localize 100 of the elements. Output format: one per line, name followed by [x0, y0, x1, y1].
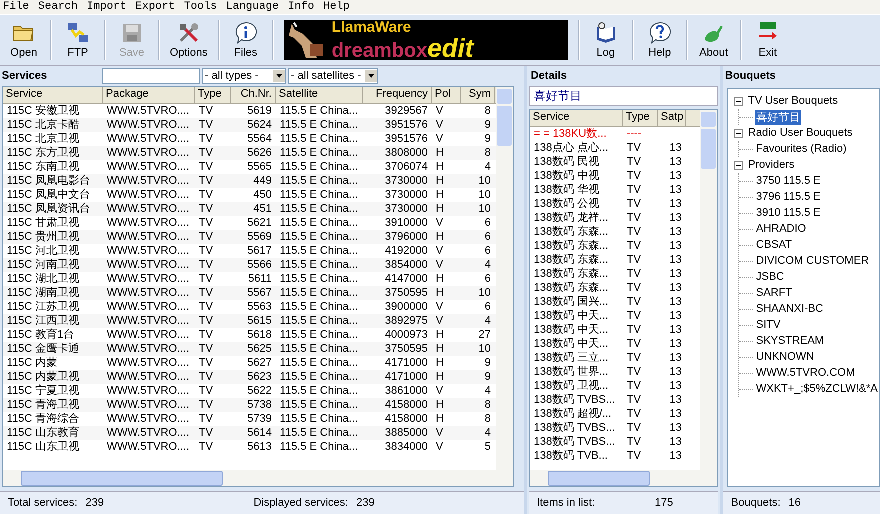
tree-item[interactable]: SKYSTREAM	[755, 335, 826, 347]
table-cell-text: V	[435, 426, 444, 440]
table-cell-text: 115.5 E China...	[279, 160, 360, 174]
tree-item[interactable]: SHAANXI-BC	[755, 303, 824, 315]
column-header[interactable]: Type	[195, 87, 231, 103]
table-cell-text: 138数码 TVBS...	[532, 435, 616, 449]
table-cell-text: TV	[626, 141, 642, 155]
satellite-dropdown[interactable]: - all satellites -	[288, 68, 378, 84]
column-header[interactable]: Package	[103, 87, 195, 103]
tree-item[interactable]: WXKT+_;$5%ZCLW!&*A	[755, 383, 879, 395]
table-cell-text: 115.5 E China...	[279, 132, 360, 146]
toolbar-button[interactable]: About	[692, 17, 736, 63]
horizontal-scrollbar[interactable]	[3, 470, 496, 486]
status-value: 239	[86, 497, 106, 509]
table-cell-text: 138数码 民视	[532, 155, 600, 169]
toolbar-button[interactable]: Open	[2, 17, 46, 63]
menu-item[interactable]: File	[3, 1, 30, 13]
toolbar-button[interactable]: FTP	[56, 17, 100, 63]
tree-item[interactable]: Favourites (Radio)	[755, 143, 848, 155]
table-cell-text: 138数码 中天...	[532, 337, 610, 351]
collapse-toggle[interactable]	[734, 128, 744, 138]
tree-item[interactable]: 3910 115.5 E	[755, 207, 822, 219]
type-dropdown[interactable]: - all types -	[202, 68, 286, 84]
table-cell-text: H	[435, 342, 445, 356]
table-cell-text: 13	[668, 239, 683, 253]
table-cell-text: 3834000	[384, 440, 429, 454]
search-field[interactable]	[102, 68, 200, 84]
tree-item[interactable]: CBSAT	[755, 239, 794, 251]
table-cell-text: 115C 北京卫视	[6, 132, 81, 146]
table-cell-text: 138数码 TVBS...	[532, 421, 616, 435]
table-cell-text: 115C 山东教育	[6, 426, 81, 440]
table-cell-text: 9	[484, 132, 492, 146]
table-cell-text: 115.5 E China...	[279, 258, 360, 272]
table-cell-text: 115.5 E China...	[279, 342, 360, 356]
column-header[interactable]: Ch.Nr.	[231, 87, 276, 103]
tree-item[interactable]: SITV	[755, 319, 782, 331]
tree-item[interactable]: SARFT	[755, 287, 794, 299]
table-cell-text: 4171000	[384, 356, 429, 370]
table-cell-text: TV	[626, 169, 642, 183]
table-cell-text: WWW.5TVRO....	[106, 244, 190, 258]
column-header[interactable]: Satellite	[276, 87, 363, 103]
column-header[interactable]: Satp	[658, 110, 686, 126]
table-cell-text: TV	[198, 328, 214, 342]
table-cell-text: 13	[668, 337, 683, 351]
table-cell-text: 6	[484, 230, 492, 244]
table-cell-text: 13	[668, 295, 683, 309]
tree-item[interactable]: AHRADIO	[755, 223, 808, 235]
table-cell-text: 3750595	[384, 342, 429, 356]
table-cell-text: 5565	[246, 160, 273, 174]
tree-item[interactable]: WWW.5TVRO.COM	[755, 367, 856, 379]
toolbar-button[interactable]: Files	[224, 17, 268, 63]
table-cell-text: TV	[198, 146, 214, 160]
collapse-toggle[interactable]	[734, 160, 744, 170]
table-cell-text: TV	[198, 314, 214, 328]
menu-item[interactable]: Help	[323, 1, 350, 13]
tree-item[interactable]: UNKNOWN	[755, 351, 816, 363]
table-cell-text: TV	[626, 253, 642, 267]
menu-item[interactable]: Export	[136, 1, 176, 13]
menu-item[interactable]: Import	[87, 1, 127, 13]
tree-item[interactable]: DIVICOM CUSTOMER	[755, 255, 870, 267]
vertical-scrollbar[interactable]	[700, 110, 718, 486]
table-cell-text: H	[435, 174, 445, 188]
table-cell-text: 4147000	[384, 272, 429, 286]
table-cell-text: WWW.5TVRO....	[106, 104, 190, 118]
table-cell-text: V	[435, 216, 444, 230]
horizontal-scrollbar[interactable]	[530, 470, 700, 486]
table-cell-text: 9	[484, 356, 492, 370]
vertical-scrollbar[interactable]	[496, 87, 513, 486]
toolbar-button[interactable]: Exit	[746, 17, 790, 63]
table-cell-text: H	[435, 202, 445, 216]
column-header[interactable]: Service	[3, 87, 103, 103]
menu-item[interactable]: Language	[226, 1, 280, 13]
tree-item[interactable]: Providers	[747, 159, 796, 171]
table-cell-text: 5613	[246, 440, 273, 454]
tree-item[interactable]: TV User Bouquets	[747, 95, 840, 107]
table-cell-text: TV	[198, 342, 214, 356]
table-cell-text: 115C 东方卫视	[6, 146, 81, 160]
table-cell-text: WWW.5TVRO....	[106, 132, 190, 146]
table-cell-text: 4	[484, 426, 492, 440]
table-cell-text: 13	[668, 407, 683, 421]
tree-item[interactable]: 3750 115.5 E	[755, 175, 822, 187]
menu-item[interactable]: Info	[288, 1, 314, 13]
table-cell-text: 115C 凤凰电影台	[6, 174, 92, 188]
tree-item[interactable]: 喜好节目	[755, 110, 802, 124]
menu-item[interactable]: Tools	[184, 1, 218, 13]
menu-item[interactable]: Search	[38, 1, 78, 13]
toolbar-button[interactable]: Log	[584, 17, 628, 63]
tree-item[interactable]: 3796 115.5 E	[755, 191, 822, 203]
table-cell-text: 8	[484, 398, 492, 412]
collapse-toggle[interactable]	[734, 96, 744, 106]
column-header[interactable]: Type	[622, 110, 658, 126]
tree-item[interactable]: Radio User Bouquets	[747, 127, 854, 139]
tree-item[interactable]: JSBC	[755, 271, 786, 283]
column-header[interactable]: Service	[530, 110, 623, 126]
column-header[interactable]: Pol	[432, 87, 461, 103]
toolbar-button[interactable]: Options	[164, 17, 214, 63]
column-header[interactable]: Frequency	[363, 87, 432, 103]
toolbar-button[interactable]: Help	[638, 17, 682, 63]
table-cell-text: 115.5 E China...	[279, 104, 360, 118]
column-header[interactable]: Sym	[461, 87, 495, 103]
